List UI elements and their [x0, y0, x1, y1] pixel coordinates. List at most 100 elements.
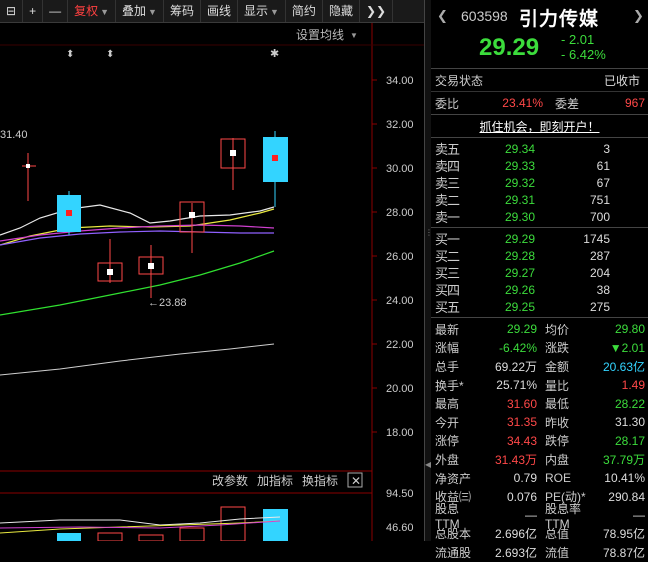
toolbar-item-1[interactable]: +: [23, 0, 44, 22]
add-indicator-button[interactable]: 加指标: [257, 473, 293, 488]
stat-row: 总手 69.22万 金额 20.63亿: [431, 357, 648, 376]
bid-row[interactable]: 买二 29.28 287: [431, 247, 648, 265]
ma-line-gray: [0, 343, 275, 376]
stat-k1: 最高: [435, 397, 460, 412]
stat-v1: 0.076: [506, 489, 537, 504]
event-marker-icon[interactable]: ⬍: [66, 49, 74, 60]
stat-k1: 总手: [435, 359, 460, 374]
stat-v2: ▼2.01: [609, 340, 645, 355]
toolbar-item-2[interactable]: —: [43, 0, 69, 22]
close-icon: ✕: [351, 474, 361, 488]
stat-v2: 10.41%: [604, 471, 645, 486]
stat-v1: 31.60: [506, 396, 537, 411]
level-price: 29.25: [504, 299, 535, 314]
ask-row[interactable]: 卖一 29.30 700: [431, 208, 648, 226]
toolbar-item-4[interactable]: 叠加 ▼: [116, 0, 164, 22]
price-tick: 20.00: [386, 383, 414, 395]
stat-v2: —: [633, 508, 645, 523]
stat-row: 股息TTM — 股息率TTM —: [431, 502, 648, 531]
stat-k2: 跌停: [545, 434, 570, 449]
weibi-row: 委比 23.41% 委差 967: [435, 96, 645, 111]
stock-code: 603598: [461, 8, 508, 24]
toolbar-item-0[interactable]: ⊟: [0, 0, 24, 22]
quote-panel: ❮ 603598 引力传媒 ❯ 29.29 - 2.01 - 6.42% 交易状…: [431, 0, 648, 560]
chevron-down-icon: ▼: [148, 7, 157, 17]
stat-v2: 78.87亿: [602, 545, 645, 560]
modify-params-button[interactable]: 改参数: [212, 473, 248, 488]
toolbar-item-3[interactable]: 复权 ▼: [68, 0, 117, 22]
stat-k1: 涨幅: [435, 341, 460, 356]
ask-book: 卖五 29.34 3 卖四 29.33 61 卖三 29.32 67 卖二 29.31 751 卖一 29…: [431, 138, 648, 228]
stat-row: 流通股 2.693亿 流值 78.87亿: [431, 543, 648, 562]
drag-handle-icon[interactable]: ⋮: [425, 228, 433, 237]
ask-row[interactable]: 卖三 29.32 67: [431, 174, 648, 192]
stat-v2: 31.30: [614, 415, 645, 430]
stats-table: 最新 29.29 均价 29.80 涨幅 -6.42% 涨跌 ▼2.01 总手 69.22万 金额 2…: [431, 318, 648, 562]
drag-handle-icon[interactable]: ◀: [425, 460, 431, 469]
stat-row: 最新 29.29 均价 29.80: [431, 320, 648, 339]
ma-line-white: [0, 204, 275, 236]
bid-row[interactable]: 买三 29.27 204: [431, 264, 648, 282]
toolbar-item-10[interactable]: ❯❯: [360, 0, 394, 22]
stat-k1: 净资产: [435, 471, 472, 486]
ma-line-purple: [0, 230, 274, 246]
volume-bars: [57, 506, 288, 542]
stat-v2: 37.79万: [602, 452, 645, 467]
stat-row: 净资产 0.79 ROE 10.41%: [431, 469, 648, 488]
ma-settings-button[interactable]: 设置均线: [296, 28, 344, 42]
level-volume: 700: [589, 209, 610, 224]
candles[interactable]: [0, 131, 288, 298]
event-star-icon[interactable]: ✱: [270, 48, 279, 60]
indicator-tick: 94.50: [386, 488, 414, 500]
quote-header: ❮ 603598 引力传媒 ❯ 29.29 - 2.01 - 6.42%: [431, 0, 648, 69]
toolbar-item-7[interactable]: 显示 ▼: [238, 0, 286, 22]
stat-k2: 最低: [545, 397, 570, 412]
bid-book: 买一 29.29 1745 买二 29.28 287 买三 29.27 204 买四 29.26 38…: [431, 228, 648, 318]
level-price: 29.32: [504, 175, 535, 190]
stat-k2: 总值: [545, 527, 570, 542]
level-price: 29.31: [504, 192, 535, 207]
stat-k1: 最新: [435, 322, 460, 337]
change-indicator-button[interactable]: 换指标: [302, 473, 338, 488]
prev-stock-icon[interactable]: ❮: [437, 8, 448, 24]
trade-status-row: 交易状态 已收市: [431, 69, 648, 92]
ask-row[interactable]: 卖二 29.31 751: [431, 191, 648, 209]
price-tick: 22.00: [386, 339, 414, 351]
level-price: 29.27: [504, 265, 535, 280]
stat-v1: 2.693亿: [494, 545, 537, 560]
bid-row[interactable]: 买四 29.26 38: [431, 281, 648, 299]
bid-row[interactable]: 买一 29.29 1745: [431, 230, 648, 248]
stat-row: 换手* 25.71% 量比 1.49: [431, 376, 648, 395]
event-marker-icon[interactable]: ⬍: [106, 49, 114, 60]
stat-v1: 0.79: [513, 471, 537, 486]
kline-chart[interactable]: 设置均线 ▼ ⬍ ⬍ ✱ 34.00 32.00 30.00 28.00 26.00 24…: [0, 23, 424, 542]
ask-row[interactable]: 卖四 29.33 61: [431, 157, 648, 175]
stat-v1: -6.42%: [498, 340, 537, 355]
level-volume: 1745: [583, 231, 610, 246]
chevron-down-icon: ▼: [350, 31, 358, 40]
price-tick: 26.00: [386, 251, 414, 263]
stat-k2: 内盘: [545, 452, 570, 467]
level-volume: 275: [589, 299, 610, 314]
level-label: 买五: [435, 300, 460, 315]
level-label: 卖一: [435, 210, 460, 225]
stat-v2: 28.22: [614, 396, 645, 411]
price-change: - 2.01 - 6.42%: [561, 32, 606, 62]
ask-row[interactable]: 卖五 29.34 3: [431, 140, 648, 158]
stat-row: 涨幅 -6.42% 涨跌 ▼2.01: [431, 339, 648, 358]
kline-svg[interactable]: 设置均线 ▼ ⬍ ⬍ ✱ 34.00 32.00 30.00 28.00 26.00 24…: [0, 23, 424, 542]
stat-v2: 78.95亿: [602, 527, 645, 542]
stat-k2: ROE: [545, 471, 572, 486]
stat-v2: 1.49: [621, 378, 645, 393]
stat-v1: 69.22万: [494, 359, 537, 374]
toolbar-item-5[interactable]: 筹码: [164, 0, 201, 22]
toolbar-item-8[interactable]: 简约: [286, 0, 323, 22]
stat-k1: 涨停: [435, 434, 460, 449]
stat-k1: 流通股: [435, 545, 472, 560]
next-stock-icon[interactable]: ❯: [633, 8, 644, 24]
toolbar-item-9[interactable]: 隐藏: [323, 0, 360, 22]
bid-row[interactable]: 买五 29.25 275: [431, 298, 648, 316]
open-account-banner[interactable]: 抓住机会，即刻开户！: [431, 115, 648, 138]
toolbar-item-6[interactable]: 画线: [201, 0, 238, 22]
stat-k2: 涨跌: [545, 341, 570, 356]
